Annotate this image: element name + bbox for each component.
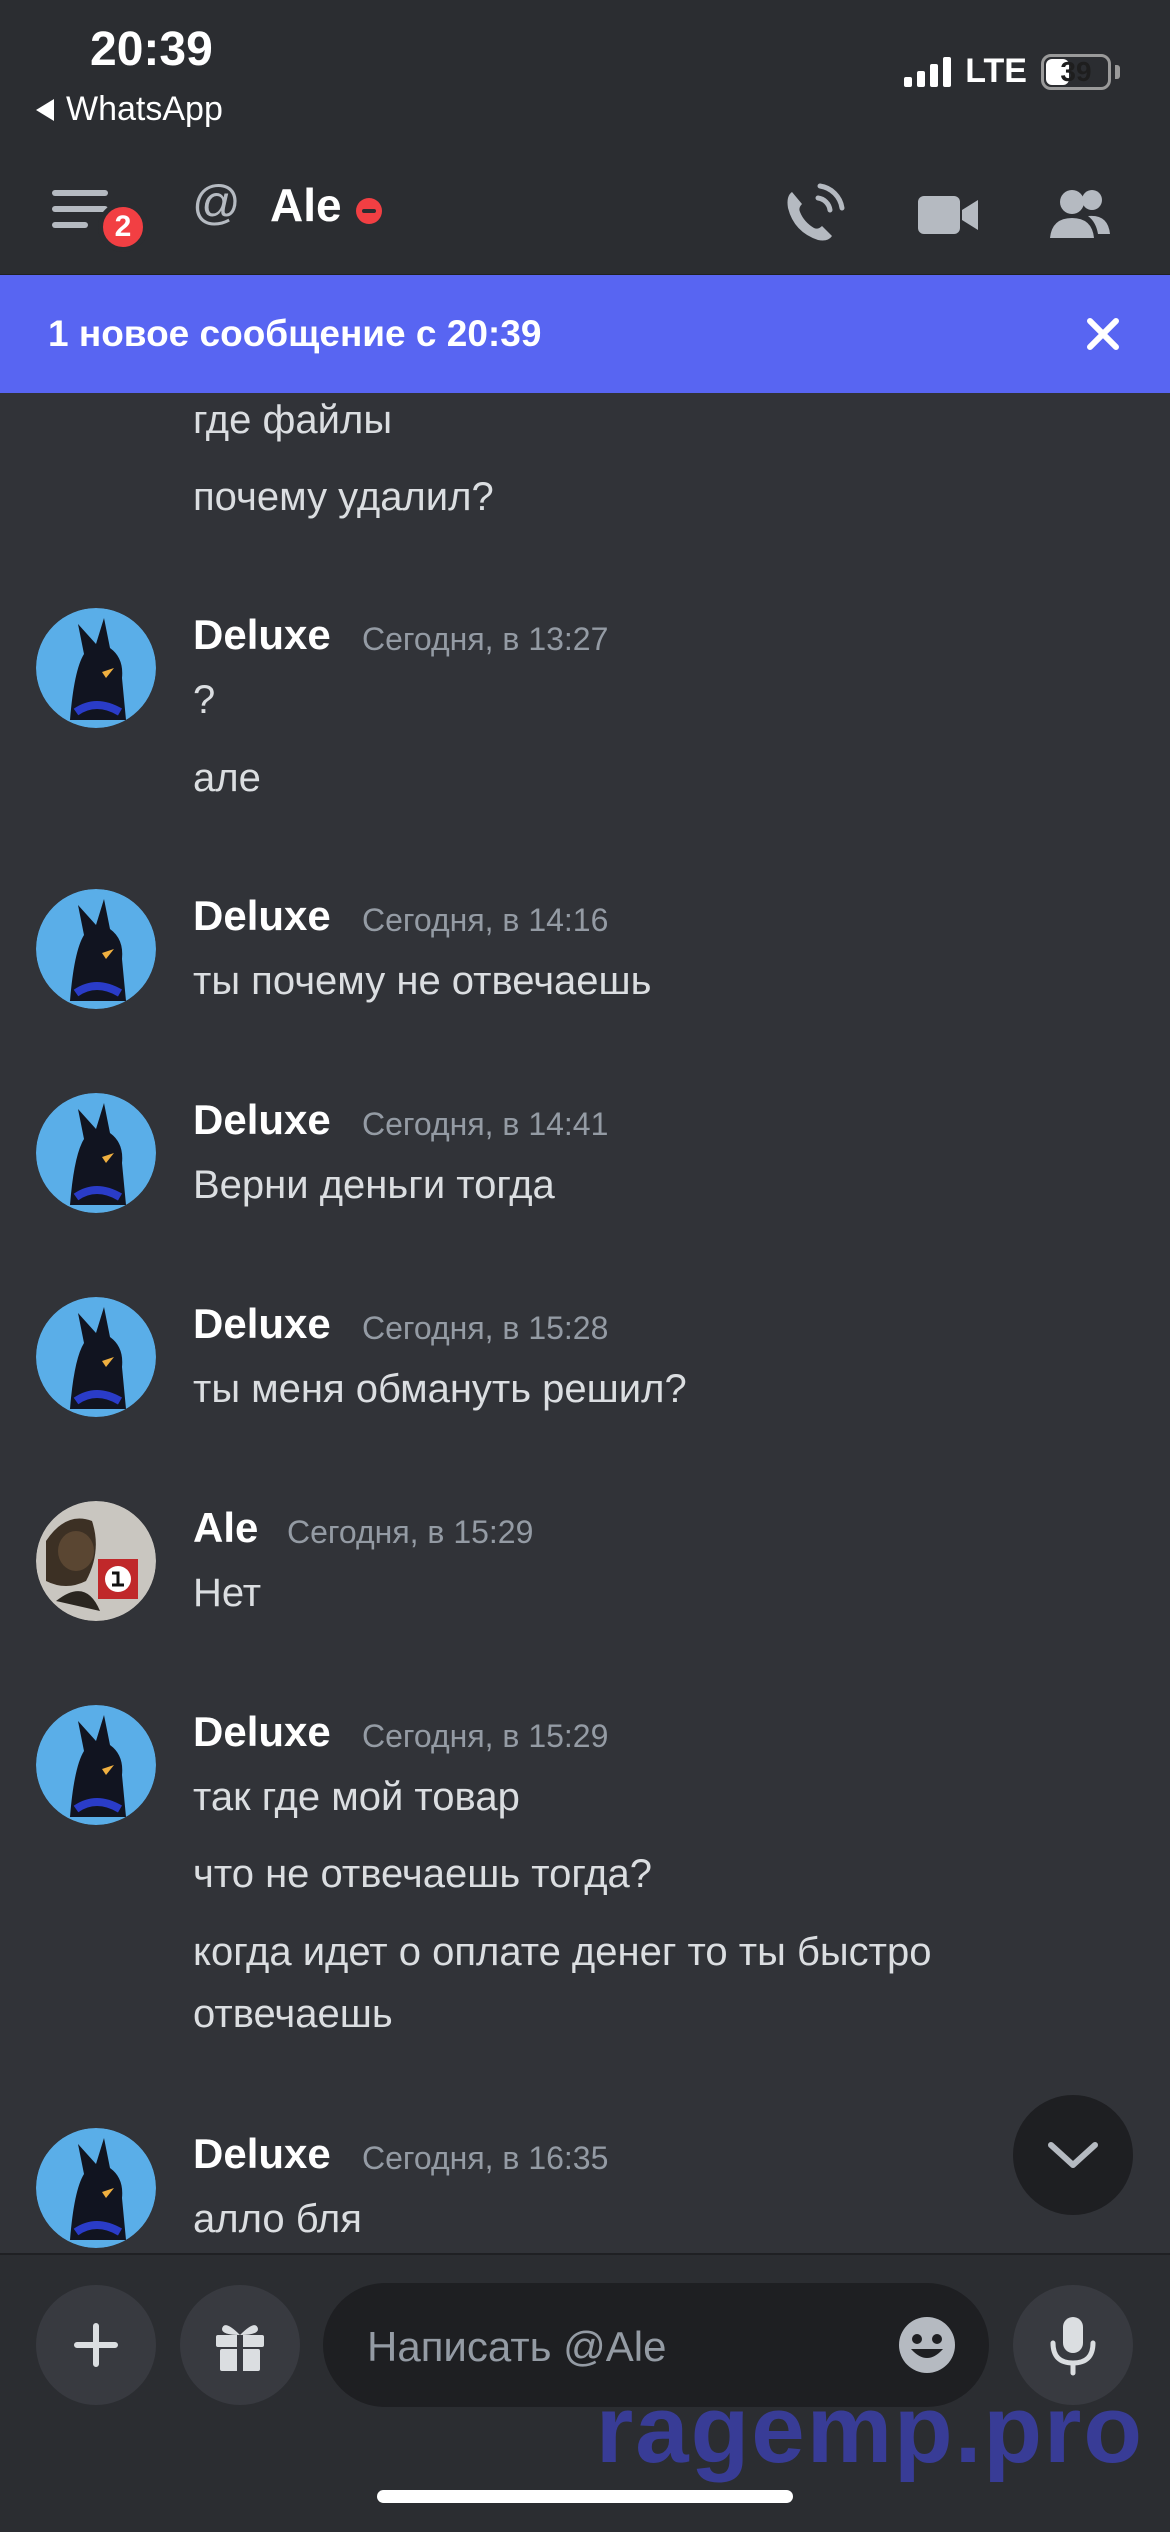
message-text: алло бля [193, 2197, 362, 2241]
avatar[interactable] [36, 1705, 156, 1825]
avatar[interactable] [36, 889, 156, 1009]
avatar[interactable] [36, 1297, 156, 1417]
status-bar: 20:39 WhatsApp LTE 39 [0, 0, 1170, 160]
jump-to-present-button[interactable] [1013, 2095, 1133, 2215]
message-text: ты меня обмануть решил? [193, 1367, 687, 1411]
gift-icon [216, 2325, 264, 2371]
back-app-label: WhatsApp [66, 90, 223, 128]
message-author[interactable]: Deluxe [193, 1708, 331, 1756]
microphone-icon [1050, 2317, 1096, 2376]
channel-header: 2 @ Ale [0, 160, 1170, 275]
message-text: ? [193, 678, 216, 722]
attach-button[interactable] [36, 2285, 156, 2405]
message-text: але [193, 756, 261, 800]
avatar[interactable] [36, 1093, 156, 1213]
battery-icon: 39 [1041, 53, 1111, 90]
new-messages-banner[interactable]: 1 новое сообщение с 20:39 [0, 275, 1170, 393]
message-timestamp: Сегодня, в 16:35 [362, 2140, 609, 2176]
back-arrow-icon [36, 98, 54, 121]
message-timestamp: Сегодня, в 15:28 [362, 1310, 609, 1346]
emoji-icon[interactable] [895, 2313, 959, 2377]
message-text: отвечаешь [193, 1992, 393, 2036]
avatar[interactable] [36, 1501, 156, 1621]
voice-call-icon[interactable] [778, 180, 848, 250]
clock: 20:39 [90, 23, 213, 76]
message-list[interactable]: где файлы почему удалил? Deluxe Сегодня,… [0, 393, 1170, 2253]
message-author[interactable]: Deluxe [193, 1096, 331, 1144]
chevron-down-icon [1048, 2142, 1098, 2168]
message-author[interactable]: Deluxe [193, 892, 331, 940]
video-call-icon[interactable] [914, 180, 984, 250]
message-input-placeholder: Написать @Ale [367, 2323, 667, 2370]
message-text: где файлы [193, 398, 393, 442]
plus-icon [74, 2323, 118, 2367]
battery-level: 39 [1060, 55, 1092, 87]
members-icon[interactable] [1044, 180, 1114, 250]
message-timestamp: Сегодня, в 15:29 [362, 1718, 609, 1754]
message-timestamp: Сегодня, в 15:29 [287, 1514, 534, 1550]
message-timestamp: Сегодня, в 14:41 [362, 1106, 609, 1142]
new-messages-label: 1 новое сообщение с 20:39 [48, 313, 542, 354]
watermark: ragemp.pro [595, 2376, 1144, 2483]
message-text: почему удалил? [193, 475, 494, 519]
channel-title[interactable]: Ale [270, 178, 342, 232]
message-text: ты почему не отвечаешь [193, 959, 652, 1003]
at-icon: @ [192, 177, 241, 230]
network-type: LTE [965, 52, 1027, 90]
dnd-status-icon [356, 198, 382, 224]
message-text: Верни деньги тогда [193, 1163, 555, 1207]
message-text: что не отвечаешь тогда? [193, 1852, 653, 1896]
status-indicators: LTE 39 [904, 52, 1120, 91]
message-author[interactable]: Ale [193, 1504, 258, 1552]
unread-badge: 2 [98, 202, 148, 252]
avatar[interactable] [36, 608, 156, 728]
gift-button[interactable] [180, 2285, 300, 2405]
message-text: Нет [193, 1571, 262, 1615]
message-timestamp: Сегодня, в 14:16 [362, 902, 609, 938]
back-to-app-link[interactable]: WhatsApp [36, 90, 223, 129]
message-text: так где мой товар [193, 1775, 520, 1819]
close-icon[interactable] [1078, 309, 1128, 359]
message-text: когда идет о оплате денег то ты быстро [193, 1930, 932, 1974]
avatar[interactable] [36, 2128, 156, 2248]
message-timestamp: Сегодня, в 13:27 [362, 621, 609, 657]
home-indicator[interactable] [377, 2490, 793, 2503]
message-author[interactable]: Deluxe [193, 611, 331, 659]
message-author[interactable]: Deluxe [193, 2130, 331, 2178]
signal-icon [904, 56, 952, 87]
message-author[interactable]: Deluxe [193, 1300, 331, 1348]
